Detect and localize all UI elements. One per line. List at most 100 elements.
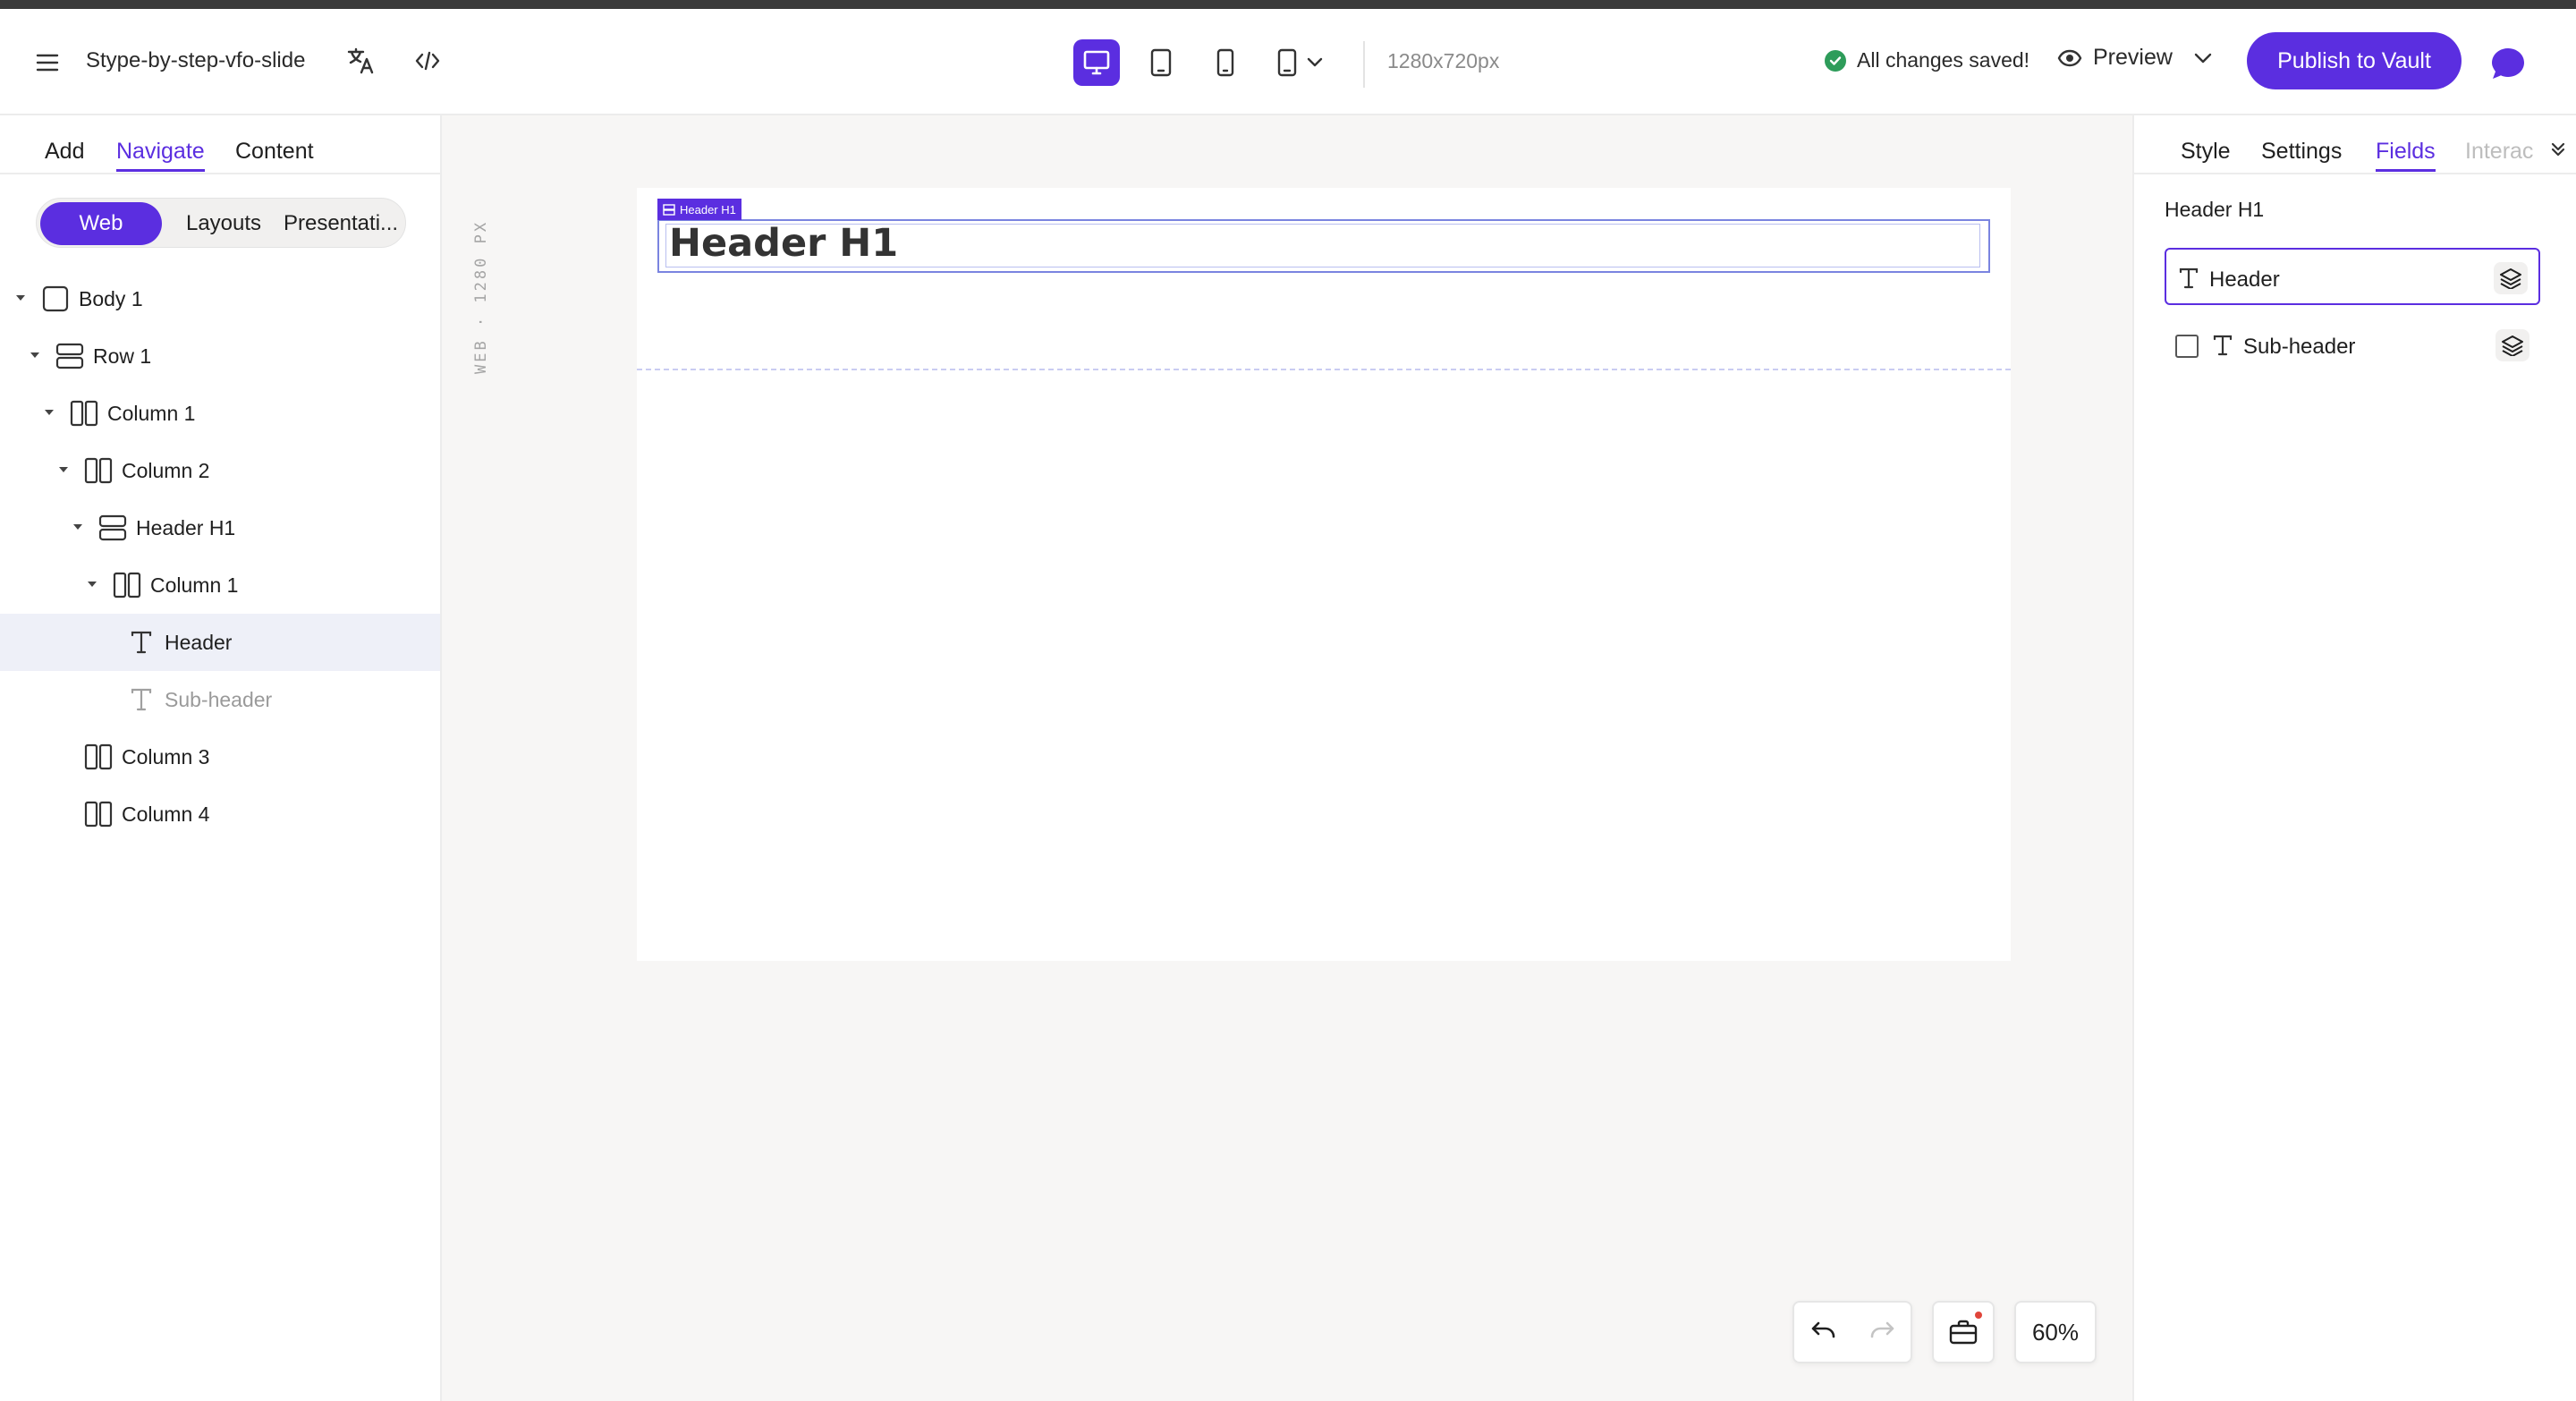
code-icon[interactable]: [410, 43, 445, 79]
tree-item-column-1[interactable]: Column 1: [0, 385, 440, 442]
tree-item-label: Row 1: [93, 344, 152, 368]
slide-frame[interactable]: [637, 188, 2011, 961]
tab-fields[interactable]: Fields: [2376, 139, 2436, 172]
tablet-icon: [1150, 48, 1172, 77]
redo-icon[interactable]: [1868, 1320, 1896, 1346]
field-label: Header: [2209, 267, 2280, 292]
tree-item-label: Sub-header: [165, 688, 273, 711]
check-circle-icon: [1825, 49, 1846, 72]
text-icon: [2177, 266, 2200, 291]
save-status-text: All changes saved!: [1857, 48, 2030, 72]
mobile-view-button[interactable]: [1202, 39, 1249, 86]
segment-web[interactable]: Web: [40, 202, 162, 245]
tree-item-label: Column 4: [122, 802, 210, 826]
chevron-down-icon: [2194, 53, 2212, 63]
tree-item-label: Column 1: [107, 402, 196, 425]
tree-item-label: Column 2: [122, 459, 210, 482]
tree-item-column-3[interactable]: Column 3: [0, 728, 440, 785]
tree-item-column-1-nested[interactable]: Column 1: [0, 556, 440, 614]
tab-style[interactable]: Style: [2181, 139, 2231, 165]
toolbox-button[interactable]: [1932, 1301, 1995, 1363]
tree-item-column-4[interactable]: Column 4: [0, 785, 440, 843]
tree-item-header[interactable]: Header: [0, 614, 440, 671]
row-icon: [98, 514, 127, 542]
resolution-label: 1280x720px: [1387, 49, 1500, 72]
selection-tag[interactable]: Header H1: [657, 199, 741, 220]
publish-button[interactable]: Publish to Vault: [2247, 32, 2462, 89]
tree-item-body-1[interactable]: Body 1: [0, 270, 440, 327]
translate-icon[interactable]: [343, 43, 379, 79]
tree-item-sub-header[interactable]: Sub-header: [0, 671, 440, 728]
selection-tag-label: Header H1: [680, 202, 736, 217]
tree-item-header-h1[interactable]: Header H1: [0, 499, 440, 556]
briefcase-icon: [1949, 1320, 1978, 1345]
section-boundary-guide: [637, 369, 2011, 370]
canvas-width-ruler-label: WEB · 1280 PX: [472, 219, 490, 375]
caret-down-icon[interactable]: [86, 578, 98, 590]
tab-settings[interactable]: Settings: [2261, 139, 2342, 165]
device-rotate-icon: [1277, 48, 1297, 77]
tree-item-label: Body 1: [79, 287, 143, 310]
chevron-down-icon: [1307, 57, 1323, 67]
tab-content[interactable]: Content: [235, 139, 314, 165]
segment-layouts[interactable]: Layouts: [169, 202, 278, 245]
more-devices-dropdown[interactable]: [1267, 39, 1333, 86]
text-icon: [127, 628, 156, 657]
layers-icon[interactable]: [2496, 329, 2529, 361]
caret-down-icon[interactable]: [29, 349, 41, 361]
tab-add[interactable]: Add: [45, 139, 84, 165]
assistant-chat-icon[interactable]: [2488, 45, 2528, 84]
left-panel-tabs: Add Navigate Content: [0, 115, 440, 174]
caret-down-icon[interactable]: [14, 292, 27, 304]
row-icon: [55, 342, 84, 370]
tree-item-label: Column 3: [122, 745, 210, 768]
column-icon: [84, 456, 113, 485]
preview-button[interactable]: Preview: [2057, 45, 2212, 71]
tab-interactions[interactable]: Interac: [2465, 139, 2533, 165]
slide-header-text[interactable]: Header H1: [669, 221, 898, 266]
hamburger-menu-icon[interactable]: [30, 47, 64, 79]
tree-item-label: Header: [165, 631, 233, 654]
notification-dot: [1975, 1312, 1982, 1319]
field-checkbox[interactable]: [2175, 335, 2199, 358]
column-icon: [113, 571, 141, 599]
left-panel: Add Navigate Content Web Layouts Present…: [0, 115, 442, 1401]
view-segmented-control: Web Layouts Presentati...: [36, 198, 406, 248]
layers-icon[interactable]: [2494, 262, 2528, 294]
right-panel: Style Settings Fields Interac Header H1 …: [2132, 115, 2576, 1401]
document-title[interactable]: Stype-by-step-vfo-slide: [86, 48, 305, 73]
segment-presentations[interactable]: Presentati...: [278, 202, 403, 245]
mobile-icon: [1216, 48, 1234, 77]
desktop-icon: [1083, 50, 1110, 75]
tree-item-label: Header H1: [136, 516, 236, 539]
field-item-header[interactable]: Header: [2165, 248, 2540, 305]
body-icon: [41, 284, 70, 313]
text-icon: [2211, 333, 2234, 358]
text-icon: [127, 685, 156, 714]
column-icon: [84, 743, 113, 771]
tab-navigate[interactable]: Navigate: [116, 139, 205, 172]
column-icon: [84, 800, 113, 828]
row-icon: [663, 203, 675, 216]
zoom-level-button[interactable]: 60%: [2014, 1301, 2097, 1363]
undo-icon[interactable]: [1809, 1320, 1838, 1346]
toolbar-divider: [1363, 41, 1365, 88]
desktop-view-button[interactable]: [1073, 39, 1120, 86]
right-panel-tabs: Style Settings Fields Interac: [2134, 115, 2576, 174]
caret-down-icon[interactable]: [72, 521, 84, 533]
field-label: Sub-header: [2243, 335, 2356, 359]
window-top-strip: [0, 0, 2576, 9]
caret-down-icon[interactable]: [43, 406, 55, 419]
chevron-double-down-icon[interactable]: [2546, 137, 2571, 162]
tree-item-label: Column 1: [150, 573, 239, 597]
tablet-view-button[interactable]: [1138, 39, 1184, 86]
tree-item-row-1[interactable]: Row 1: [0, 327, 440, 385]
eye-icon: [2057, 49, 2082, 66]
field-item-sub-header[interactable]: Sub-header: [2165, 317, 2540, 374]
save-status: All changes saved!: [1825, 48, 2029, 72]
top-toolbar: Stype-by-step-vfo-slide 1280x720px All c…: [0, 9, 2576, 115]
caret-down-icon[interactable]: [57, 463, 70, 476]
undo-redo-group: [1792, 1301, 1912, 1363]
tree-item-column-2[interactable]: Column 2: [0, 442, 440, 499]
column-icon: [70, 399, 98, 428]
